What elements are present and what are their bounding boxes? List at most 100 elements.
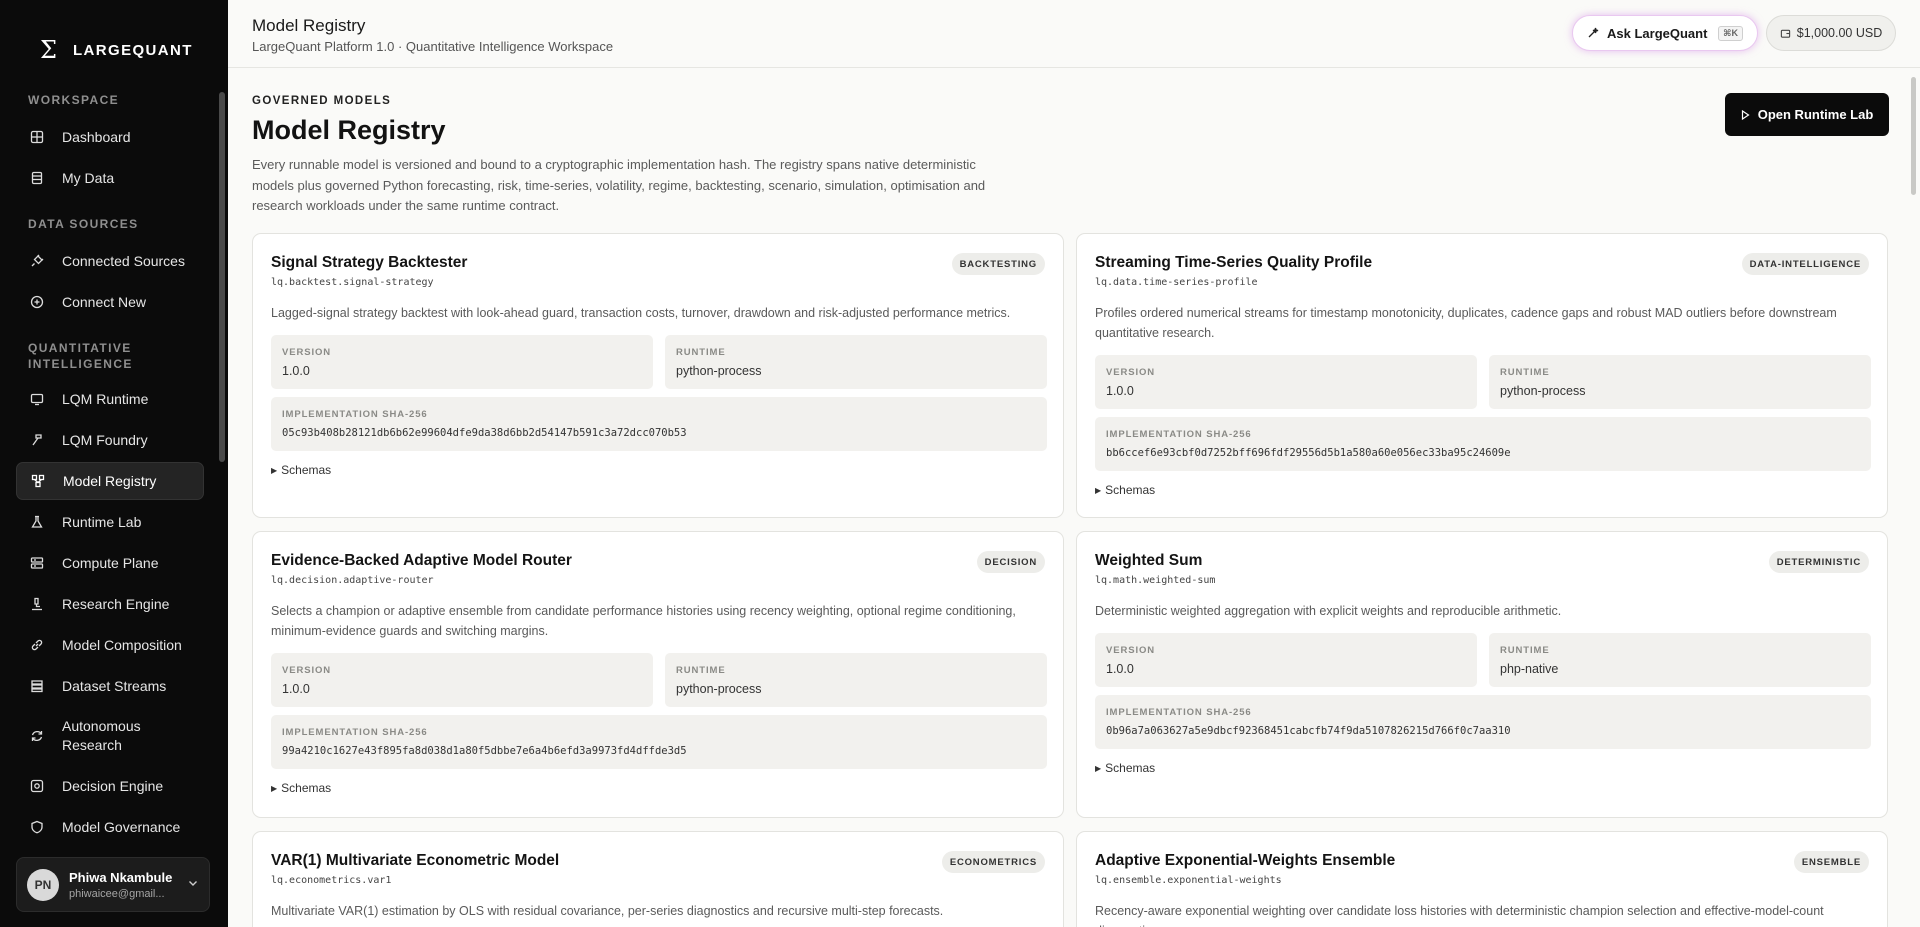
runtime-field: RUNTIME python-process bbox=[665, 653, 1047, 707]
schemas-toggle[interactable]: ▶ Schemas bbox=[1095, 483, 1155, 497]
runtime-label: RUNTIME bbox=[676, 347, 726, 358]
model-title: Adaptive Exponential-Weights Ensemble bbox=[1095, 852, 1396, 869]
sidebar-item-dataset-streams[interactable]: Dataset Streams bbox=[16, 667, 204, 705]
sidebar-item-runtime-lab[interactable]: Runtime Lab bbox=[16, 503, 204, 541]
sidebar-item-label: Model Registry bbox=[63, 472, 157, 489]
sidebar-item-model-governance[interactable]: Model Governance bbox=[16, 808, 204, 846]
runtime-value: python-process bbox=[676, 682, 762, 696]
avatar: PN bbox=[27, 868, 59, 901]
runtime-value: python-process bbox=[676, 364, 762, 378]
schemas-toggle[interactable]: ▶ Schemas bbox=[271, 781, 331, 795]
version-value: 1.0.0 bbox=[282, 364, 310, 378]
model-category-tag: ENSEMBLE bbox=[1793, 851, 1869, 873]
model-card[interactable]: Signal Strategy Backtester lq.backtest.s… bbox=[252, 233, 1064, 518]
sidebar-item-label: Model Governance bbox=[62, 818, 181, 835]
sidebar-item-label: My Data bbox=[62, 169, 115, 186]
sha-field: IMPLEMENTATION SHA-256 99a4210c1627e43f8… bbox=[271, 715, 1047, 769]
sidebar-item-label: Connected Sources bbox=[62, 252, 185, 269]
hammer-icon bbox=[28, 431, 46, 449]
sidebar-item-label: Dataset Streams bbox=[62, 677, 167, 694]
main-scrollbar[interactable] bbox=[1911, 77, 1916, 195]
shield-icon bbox=[28, 818, 46, 836]
sidebar-nav: WORKSPACE Dashboard My Data DATA SOURCES… bbox=[16, 92, 204, 848]
model-description: Multivariate VAR(1) estimation by OLS wi… bbox=[271, 904, 944, 918]
sidebar-item-research-engine[interactable]: Research Engine bbox=[16, 585, 204, 623]
version-label: VERSION bbox=[282, 347, 332, 358]
model-card[interactable]: Weighted Sum lq.math.weighted-sum DETERM… bbox=[1076, 531, 1888, 818]
keyboard-shortcut-badge: ⌘K bbox=[1718, 25, 1743, 41]
schemas-label: Schemas bbox=[1105, 483, 1156, 497]
sidebar-item-my-data[interactable]: My Data bbox=[16, 159, 204, 197]
model-category-tag: DECISION bbox=[976, 551, 1045, 573]
balance-label: $1,000.00 USD bbox=[1796, 26, 1883, 40]
sha-field: IMPLEMENTATION SHA-256 0b96a7a063627a5e9… bbox=[1095, 695, 1871, 749]
sigma-icon: Σ bbox=[40, 36, 57, 64]
model-card[interactable]: Adaptive Exponential-Weights Ensemble lq… bbox=[1076, 831, 1888, 927]
sidebar-item-dashboard[interactable]: Dashboard bbox=[16, 118, 204, 156]
schemas-toggle[interactable]: ▶ Schemas bbox=[271, 463, 331, 477]
runtime-label: RUNTIME bbox=[1500, 645, 1550, 656]
sha-value: 05c93b408b28121db6b62e99604dfe9da38d6bb2… bbox=[282, 427, 687, 439]
brand-logo[interactable]: Σ LARGEQUANT bbox=[40, 38, 193, 62]
caret-right-icon: ▶ bbox=[1095, 764, 1102, 773]
runtime-field: RUNTIME python-process bbox=[1489, 355, 1871, 409]
caret-right-icon: ▶ bbox=[271, 784, 278, 793]
caret-right-icon: ▶ bbox=[271, 466, 278, 475]
model-id: lq.math.weighted-sum bbox=[1095, 575, 1216, 586]
sidebar-item-decision-engine[interactable]: Decision Engine bbox=[16, 767, 204, 805]
target-icon bbox=[28, 777, 46, 795]
refresh-icon bbox=[28, 727, 46, 745]
version-label: VERSION bbox=[282, 665, 332, 676]
play-icon bbox=[1741, 109, 1750, 120]
top-bar: Model Registry LargeQuant Platform 1.0 ·… bbox=[228, 0, 1920, 68]
model-category-tag: DATA-INTELLIGENCE bbox=[1741, 253, 1869, 275]
sidebar-item-model-composition[interactable]: Model Composition bbox=[16, 626, 204, 664]
model-card[interactable]: Evidence-Backed Adaptive Model Router lq… bbox=[252, 531, 1064, 818]
plus-circle-icon bbox=[28, 293, 46, 311]
sidebar-item-lqm-runtime[interactable]: LQM Runtime bbox=[16, 380, 204, 418]
runtime-field: RUNTIME python-process bbox=[665, 335, 1047, 389]
chevron-down-icon bbox=[187, 876, 199, 894]
user-menu[interactable]: PN Phiwa Nkambule phiwaicee@gmail... bbox=[16, 857, 210, 912]
version-value: 1.0.0 bbox=[1106, 384, 1134, 398]
topbar-subtitle: LargeQuant Platform 1.0 · Quantitative I… bbox=[252, 39, 614, 54]
schemas-label: Schemas bbox=[281, 781, 332, 795]
schemas-toggle[interactable]: ▶ Schemas bbox=[1095, 761, 1155, 775]
user-email: phiwaicee@gmail... bbox=[69, 887, 165, 900]
model-title: VAR(1) Multivariate Econometric Model bbox=[271, 852, 560, 869]
model-title: Weighted Sum bbox=[1095, 552, 1203, 569]
sidebar-item-lqm-foundry[interactable]: LQM Foundry bbox=[16, 421, 204, 459]
sidebar-scrollbar[interactable] bbox=[219, 92, 225, 462]
model-title: Streaming Time-Series Quality Profile bbox=[1095, 254, 1373, 271]
sidebar-item-connected-sources[interactable]: Connected Sources bbox=[16, 242, 204, 280]
version-field: VERSION 1.0.0 bbox=[271, 335, 653, 389]
sidebar-item-connect-new[interactable]: Connect New bbox=[16, 283, 204, 321]
sidebar-item-label: LQM Runtime bbox=[62, 390, 149, 407]
sidebar-item-label: Compute Plane bbox=[62, 554, 159, 571]
model-id: lq.backtest.signal-strategy bbox=[271, 277, 434, 288]
model-card[interactable]: VAR(1) Multivariate Econometric Model lq… bbox=[252, 831, 1064, 927]
model-title: Signal Strategy Backtester bbox=[271, 254, 468, 271]
model-id: lq.decision.adaptive-router bbox=[271, 575, 434, 586]
balance-button[interactable]: $1,000.00 USD bbox=[1766, 15, 1896, 51]
model-category-tag: DETERMINISTIC bbox=[1768, 551, 1869, 573]
brand-name: LARGEQUANT bbox=[72, 41, 193, 59]
schemas-label: Schemas bbox=[281, 463, 332, 477]
open-runtime-lab-button[interactable]: Open Runtime Lab bbox=[1725, 93, 1889, 136]
sha-field: IMPLEMENTATION SHA-256 bb6ccef6e93cbf0d7… bbox=[1095, 417, 1871, 471]
user-name: Phiwa Nkambule bbox=[69, 869, 173, 885]
sidebar-item-label: Model Composition bbox=[62, 636, 182, 653]
sidebar-item-model-registry[interactable]: Model Registry bbox=[16, 462, 204, 500]
runtime-field: RUNTIME php-native bbox=[1489, 633, 1871, 687]
main-content: GOVERNED MODELS Model Registry Every run… bbox=[228, 69, 1920, 927]
page-description: Every runnable model is versioned and bo… bbox=[252, 157, 986, 213]
sha-value: 0b96a7a063627a5e9dbcf92368451cabcfb74f9d… bbox=[1106, 725, 1511, 737]
model-category-tag: BACKTESTING bbox=[951, 253, 1045, 275]
sidebar-item-label: Research Engine bbox=[62, 595, 170, 612]
sidebar-item-autonomous-research[interactable]: Autonomous Research bbox=[16, 708, 204, 764]
ask-largequant-button[interactable]: Ask LargeQuant ⌘K bbox=[1572, 15, 1758, 51]
model-card[interactable]: Streaming Time-Series Quality Profile lq… bbox=[1076, 233, 1888, 518]
monitor-icon bbox=[28, 390, 46, 408]
sidebar-item-compute-plane[interactable]: Compute Plane bbox=[16, 544, 204, 582]
model-id: lq.econometrics.var1 bbox=[271, 875, 392, 886]
